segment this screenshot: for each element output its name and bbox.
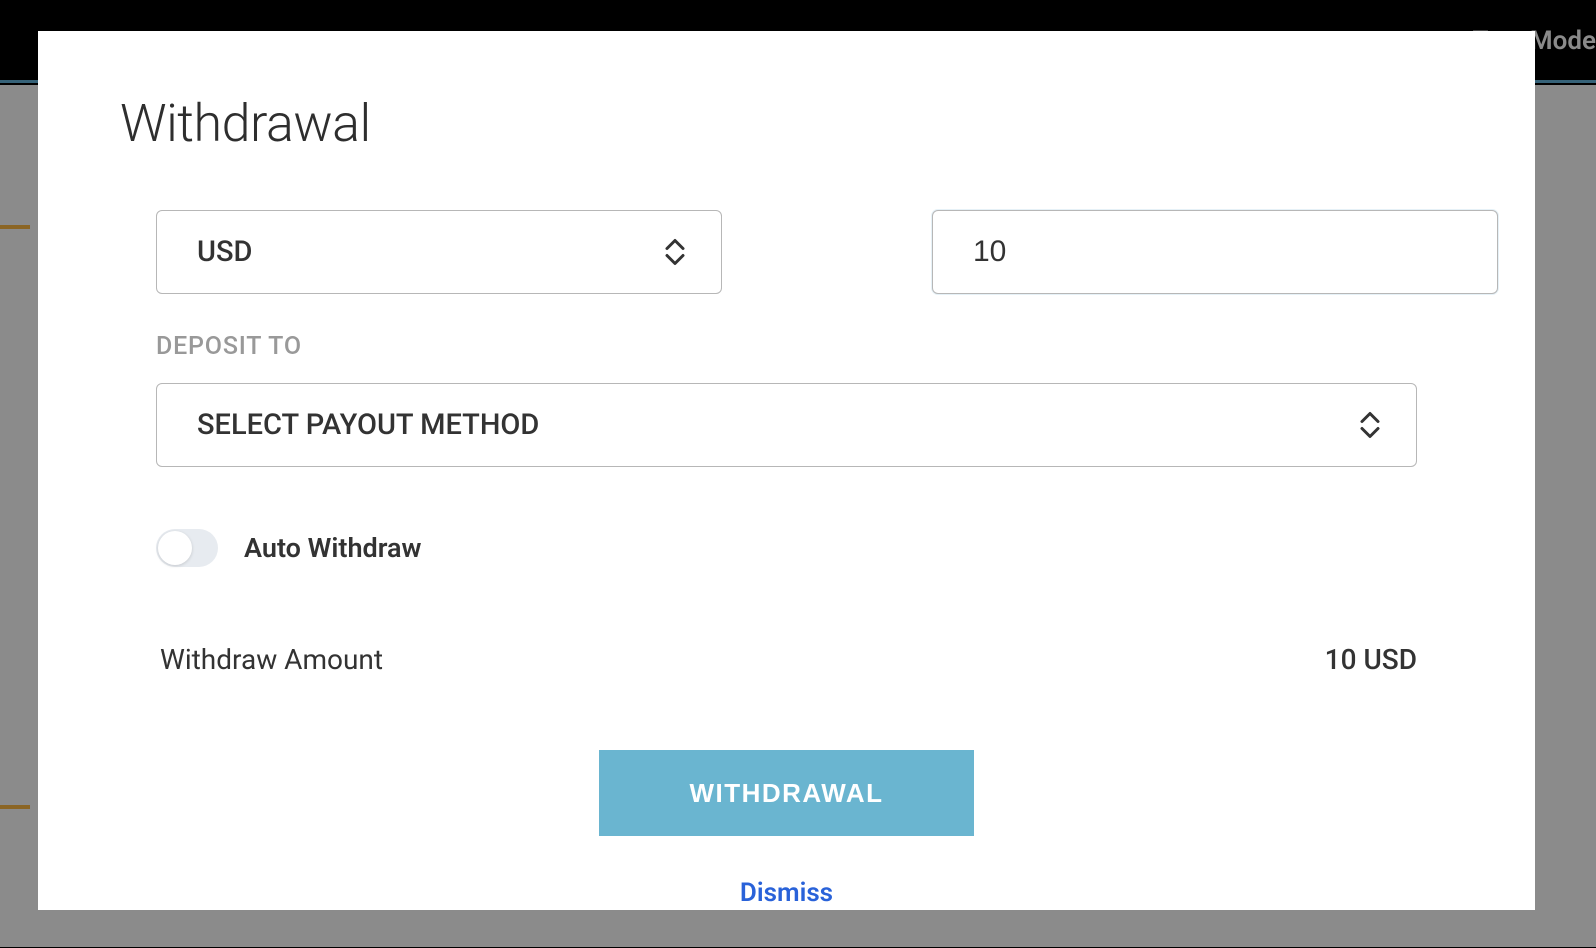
action-area: WITHDRAWAL Dismiss: [120, 750, 1453, 908]
modal-title: Withdrawal: [120, 93, 1453, 154]
payout-row: SELECT PAYOUT METHOD: [120, 383, 1453, 467]
amount-input-wrapper: [932, 210, 1498, 294]
withdrawal-modal: Withdrawal USD DEPOSIT TO SELECT PAYOUT …: [38, 31, 1535, 910]
payout-method-placeholder: SELECT PAYOUT METHOD: [156, 383, 1417, 467]
amount-input[interactable]: [932, 210, 1498, 294]
deposit-to-label: DEPOSIT TO: [120, 332, 1453, 361]
auto-withdraw-label: Auto Withdraw: [244, 532, 421, 564]
dismiss-link[interactable]: Dismiss: [740, 878, 833, 908]
toggle-knob: [158, 531, 192, 565]
auto-withdraw-row: Auto Withdraw: [120, 529, 1453, 567]
chevron-updown-icon: [664, 238, 686, 267]
withdraw-amount-value: 10 USD: [1325, 643, 1417, 676]
withdrawal-button[interactable]: WITHDRAWAL: [599, 750, 974, 836]
payout-method-select[interactable]: SELECT PAYOUT METHOD: [156, 383, 1417, 467]
withdraw-amount-label: Withdraw Amount: [160, 643, 383, 676]
currency-select-value: USD: [156, 210, 722, 294]
summary-row: Withdraw Amount 10 USD: [120, 643, 1453, 676]
chevron-updown-icon: [1359, 411, 1381, 440]
currency-select[interactable]: USD: [156, 210, 722, 294]
auto-withdraw-toggle[interactable]: [156, 529, 218, 567]
currency-amount-row: USD: [120, 210, 1453, 294]
